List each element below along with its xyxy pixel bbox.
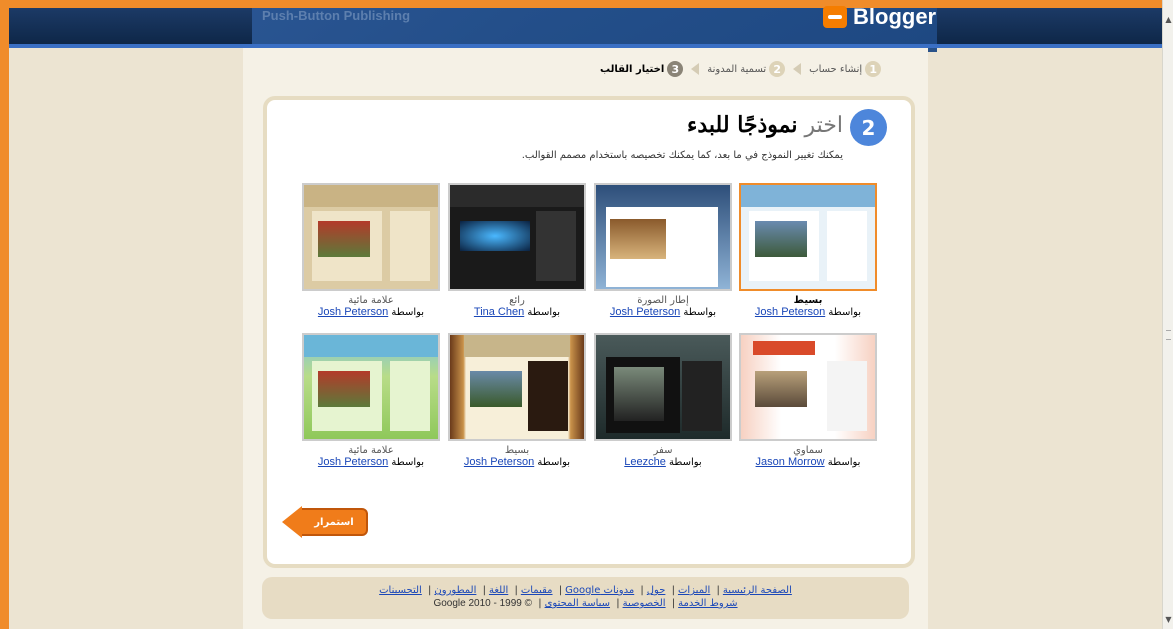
footer-link-home[interactable]: الصفحة الرئيسية bbox=[723, 585, 792, 596]
template-option[interactable]: علامة مائية بواسطة Josh Peterson bbox=[302, 183, 440, 318]
step-choose-template: 3 اختيار القالب bbox=[600, 61, 684, 77]
blogger-logo[interactable]: Blogger bbox=[823, 3, 936, 31]
author-link[interactable]: Jason Morrow bbox=[756, 456, 825, 468]
footer-link-about[interactable]: حول bbox=[647, 585, 666, 596]
step-1-label: إنشاء حساب bbox=[809, 63, 863, 75]
author-link[interactable]: Leezche bbox=[624, 456, 666, 468]
blogger-logo-text: Blogger bbox=[853, 4, 937, 29]
by-label: بواسطة bbox=[391, 307, 425, 318]
footer-links-row2: شروط الخدمة| الخصوصية| سياسة المحتوى| © … bbox=[433, 598, 738, 609]
window-left-border bbox=[0, 0, 9, 629]
template-thumbnail[interactable] bbox=[302, 183, 440, 291]
template-author-line: بواسطة Josh Peterson bbox=[739, 306, 877, 318]
template-thumbnail[interactable] bbox=[448, 333, 586, 441]
step-separator-icon bbox=[691, 63, 700, 75]
footer-link-improvements[interactable]: التحسينات bbox=[379, 585, 422, 596]
template-thumbnail[interactable] bbox=[594, 183, 732, 291]
scroll-grip-icon[interactable] bbox=[1166, 330, 1171, 340]
author-link[interactable]: Josh Peterson bbox=[610, 306, 680, 318]
step-separator-icon bbox=[793, 63, 802, 75]
site-header bbox=[9, 8, 1162, 52]
by-label: بواسطة bbox=[669, 457, 702, 468]
template-author-line: بواسطة Tina Chen bbox=[448, 306, 586, 318]
copyright: © 1999 - 2010 Google bbox=[433, 598, 533, 609]
step-3-number: 3 bbox=[667, 61, 684, 77]
template-name: سماوي bbox=[793, 445, 823, 456]
author-link[interactable]: Josh Peterson bbox=[755, 306, 825, 318]
footer-link-features[interactable]: الميزات bbox=[678, 585, 710, 596]
template-name: رائع bbox=[509, 295, 525, 306]
by-label: بواسطة bbox=[391, 457, 425, 468]
template-author-line: بواسطة Josh Peterson bbox=[448, 456, 586, 468]
footer-link-language[interactable]: اللغة bbox=[489, 585, 508, 596]
template-author-line: بواسطة Jason Morrow bbox=[739, 456, 877, 468]
by-label: بواسطة bbox=[828, 307, 862, 318]
blogger-icon bbox=[823, 6, 847, 28]
step-name-blog: 2 تسمية المدونة bbox=[707, 61, 786, 77]
template-name: بسيط bbox=[793, 295, 823, 306]
scroll-up-icon[interactable]: ▲ bbox=[1164, 14, 1173, 26]
template-author-line: بواسطة Leezche bbox=[594, 456, 732, 468]
brand-tagline: Push-Button Publishing bbox=[262, 8, 411, 23]
footer-link-content-policy[interactable]: سياسة المحتوى bbox=[545, 598, 610, 609]
template-author-line: بواسطة Josh Peterson bbox=[594, 306, 732, 318]
footer-link-privacy[interactable]: الخصوصية bbox=[623, 598, 666, 609]
footer-link-google-blogs[interactable]: مدونات Google bbox=[565, 585, 634, 596]
author-link[interactable]: Josh Peterson bbox=[464, 456, 534, 468]
progress-steps: 1 إنشاء حساب 2 تسمية المدونة 3 اختيار ال… bbox=[600, 61, 882, 77]
template-thumbnail[interactable] bbox=[302, 333, 440, 441]
template-option[interactable]: علامة مائية بواسطة Josh Peterson bbox=[302, 333, 440, 468]
author-link[interactable]: Josh Peterson bbox=[318, 306, 388, 318]
template-thumbnail[interactable] bbox=[739, 183, 877, 291]
step-create-account: 1 إنشاء حساب bbox=[809, 61, 882, 77]
footer-links-row1: الصفحة الرئيسية| الميزات| حول| مدونات Go… bbox=[379, 585, 792, 596]
author-link[interactable]: Tina Chen bbox=[474, 306, 524, 318]
footer-link-developers[interactable]: المطورون bbox=[434, 585, 476, 596]
footer-link-reviews[interactable]: مقيمات bbox=[521, 585, 553, 596]
template-thumbnail[interactable] bbox=[448, 183, 586, 291]
footer: الصفحة الرئيسية| الميزات| حول| مدونات Go… bbox=[262, 577, 909, 619]
template-thumbnail[interactable] bbox=[739, 333, 877, 441]
step-3-label: اختيار القالب bbox=[600, 63, 665, 75]
arrow-left-icon bbox=[282, 506, 302, 538]
template-option[interactable]: سماوي بواسطة Jason Morrow bbox=[739, 333, 877, 468]
template-option[interactable]: سفر بواسطة Leezche bbox=[594, 333, 732, 468]
by-label: بواسطة bbox=[527, 307, 561, 318]
author-link[interactable]: Josh Peterson bbox=[318, 456, 388, 468]
vertical-scrollbar[interactable]: ▲ ▼ bbox=[1162, 0, 1173, 629]
template-name: علامة مائية bbox=[348, 295, 394, 306]
template-author-line: بواسطة Josh Peterson bbox=[302, 306, 440, 318]
continue-button[interactable]: استمرار bbox=[282, 506, 368, 538]
by-label: بواسطة bbox=[683, 307, 717, 318]
template-option[interactable]: إطار الصورة بواسطة Josh Peterson bbox=[594, 183, 732, 318]
template-name: سفر bbox=[653, 445, 673, 456]
step-1-number: 1 bbox=[865, 61, 882, 77]
by-label: بواسطة bbox=[827, 457, 861, 468]
footer-link-terms[interactable]: شروط الخدمة bbox=[678, 598, 737, 609]
template-name: بسيط bbox=[504, 445, 530, 456]
template-chooser-card bbox=[263, 96, 915, 568]
page-title: اختر نموذجًا للبدء bbox=[560, 112, 843, 138]
step-2-number: 2 bbox=[769, 61, 786, 77]
template-name: إطار الصورة bbox=[637, 295, 689, 306]
page-subtitle: يمكنك تغيير النموذج في ما بعد، كما يمكنك… bbox=[521, 150, 843, 161]
template-option[interactable]: بسيط بواسطة Josh Peterson bbox=[448, 333, 586, 468]
step-number-badge: 2 bbox=[850, 109, 887, 146]
template-option[interactable]: بسيط بواسطة Josh Peterson bbox=[739, 183, 877, 318]
template-thumbnail[interactable] bbox=[594, 333, 732, 441]
continue-label[interactable]: استمرار bbox=[302, 508, 368, 536]
template-author-line: بواسطة Josh Peterson bbox=[302, 456, 440, 468]
title-bold: نموذجًا للبدء bbox=[687, 112, 798, 138]
template-option[interactable]: رائع بواسطة Tina Chen bbox=[448, 183, 586, 318]
by-label: بواسطة bbox=[537, 457, 571, 468]
template-name: علامة مائية bbox=[348, 445, 394, 456]
scroll-down-icon[interactable]: ▼ bbox=[1164, 614, 1173, 626]
step-2-label: تسمية المدونة bbox=[707, 63, 767, 75]
title-light: اختر bbox=[804, 113, 844, 138]
